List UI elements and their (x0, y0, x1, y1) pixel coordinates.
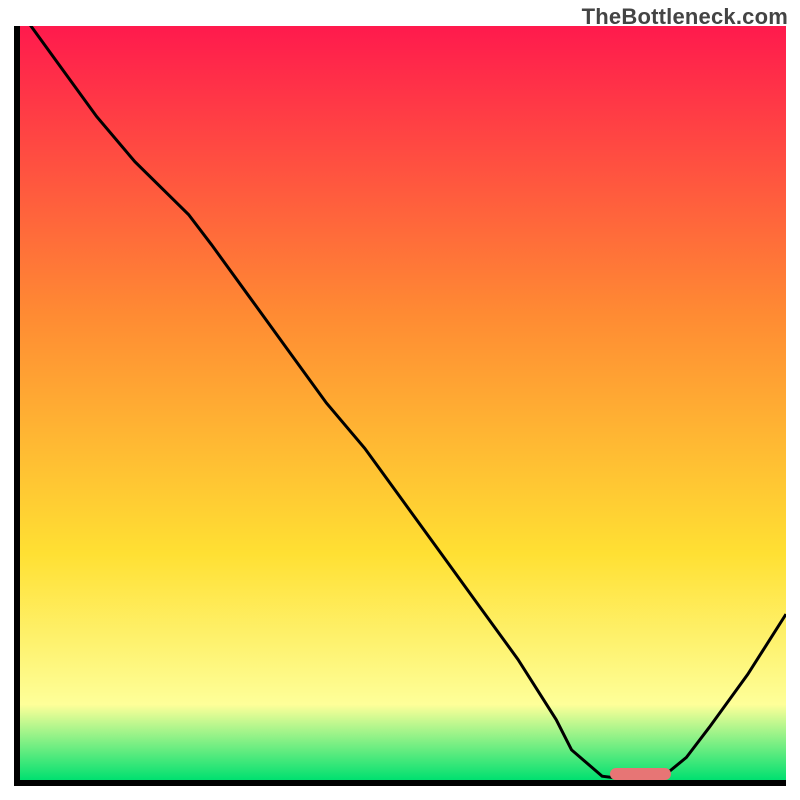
optimal-marker (610, 768, 671, 780)
plot-area (20, 26, 786, 780)
chart-svg (20, 26, 786, 780)
plot-frame (14, 26, 786, 786)
gradient-background (20, 26, 786, 780)
chart-container: TheBottleneck.com (0, 0, 800, 800)
